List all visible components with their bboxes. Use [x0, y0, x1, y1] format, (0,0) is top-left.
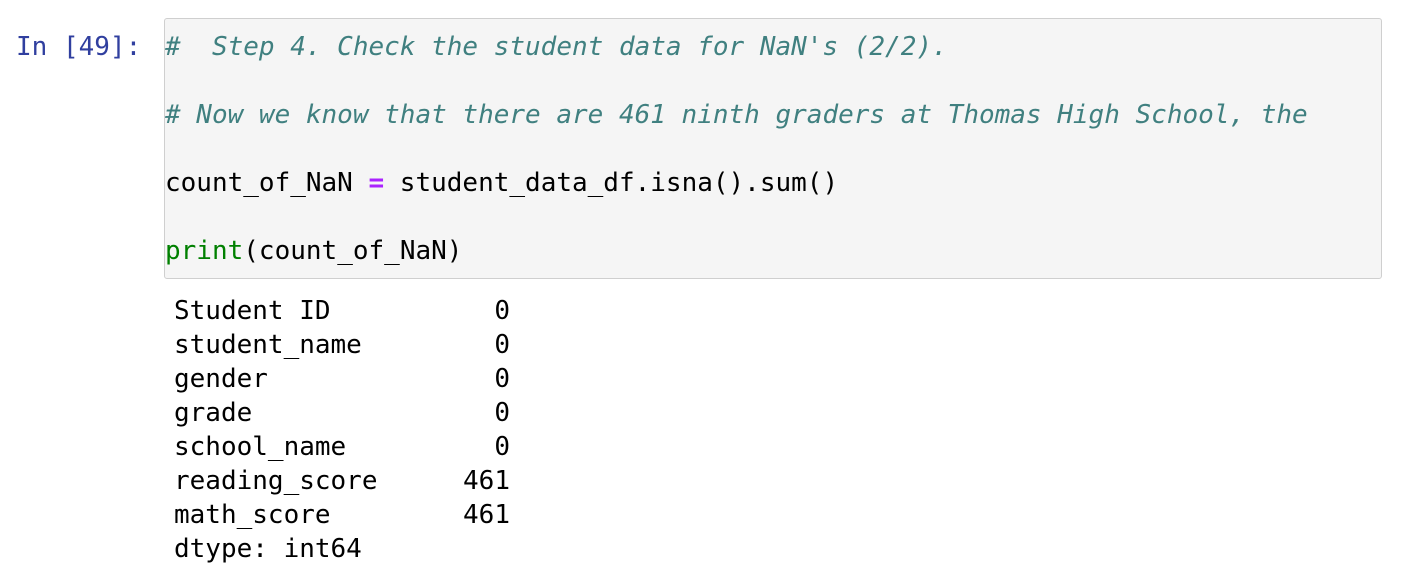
- code-comment-note: # Now we know that there are 461 ninth g…: [165, 100, 1308, 130]
- output-key: school_name: [174, 432, 347, 462]
- output-value: 0: [494, 364, 510, 394]
- output-value: 461: [463, 500, 510, 530]
- output-value: 0: [494, 330, 510, 360]
- output-row: Student ID 0: [174, 294, 510, 328]
- output-dtype-line: dtype: int64: [174, 534, 362, 564]
- output-value: 0: [494, 296, 510, 326]
- output-row: reading_score 461: [174, 464, 510, 498]
- code-print-args: (count_of_NaN): [243, 236, 463, 266]
- output-row: gender 0: [174, 362, 510, 396]
- output-key: student_name: [174, 330, 362, 360]
- code-print-line: print(count_of_NaN): [165, 234, 462, 268]
- input-prompt: In [49]:: [16, 32, 142, 62]
- cell-output: Student ID 0 student_name 0 gender 0 gra…: [174, 294, 510, 566]
- output-value: 0: [494, 398, 510, 428]
- code-expression: student_data_df.isna().sum(): [384, 168, 839, 198]
- output-key: reading_score: [174, 466, 378, 496]
- output-value: 461: [463, 466, 510, 496]
- output-row: grade 0: [174, 396, 510, 430]
- output-key: gender: [174, 364, 268, 394]
- code-variable: count_of_NaN: [165, 168, 369, 198]
- output-key: Student ID: [174, 296, 331, 326]
- output-key: math_score: [174, 500, 331, 530]
- output-row: math_score 461: [174, 498, 510, 532]
- output-value: 0: [494, 432, 510, 462]
- code-cell-editor[interactable]: # Step 4. Check the student data for NaN…: [164, 18, 1382, 279]
- code-operator: =: [368, 168, 385, 198]
- output-row: student_name 0: [174, 328, 510, 362]
- output-key: grade: [174, 398, 253, 428]
- code-comment-step: # Step 4. Check the student data for NaN…: [165, 32, 948, 62]
- code-assignment-line: count_of_NaN = student_data_df.isna().su…: [165, 166, 838, 200]
- code-builtin-print: print: [165, 236, 244, 266]
- output-row: school_name 0: [174, 430, 510, 464]
